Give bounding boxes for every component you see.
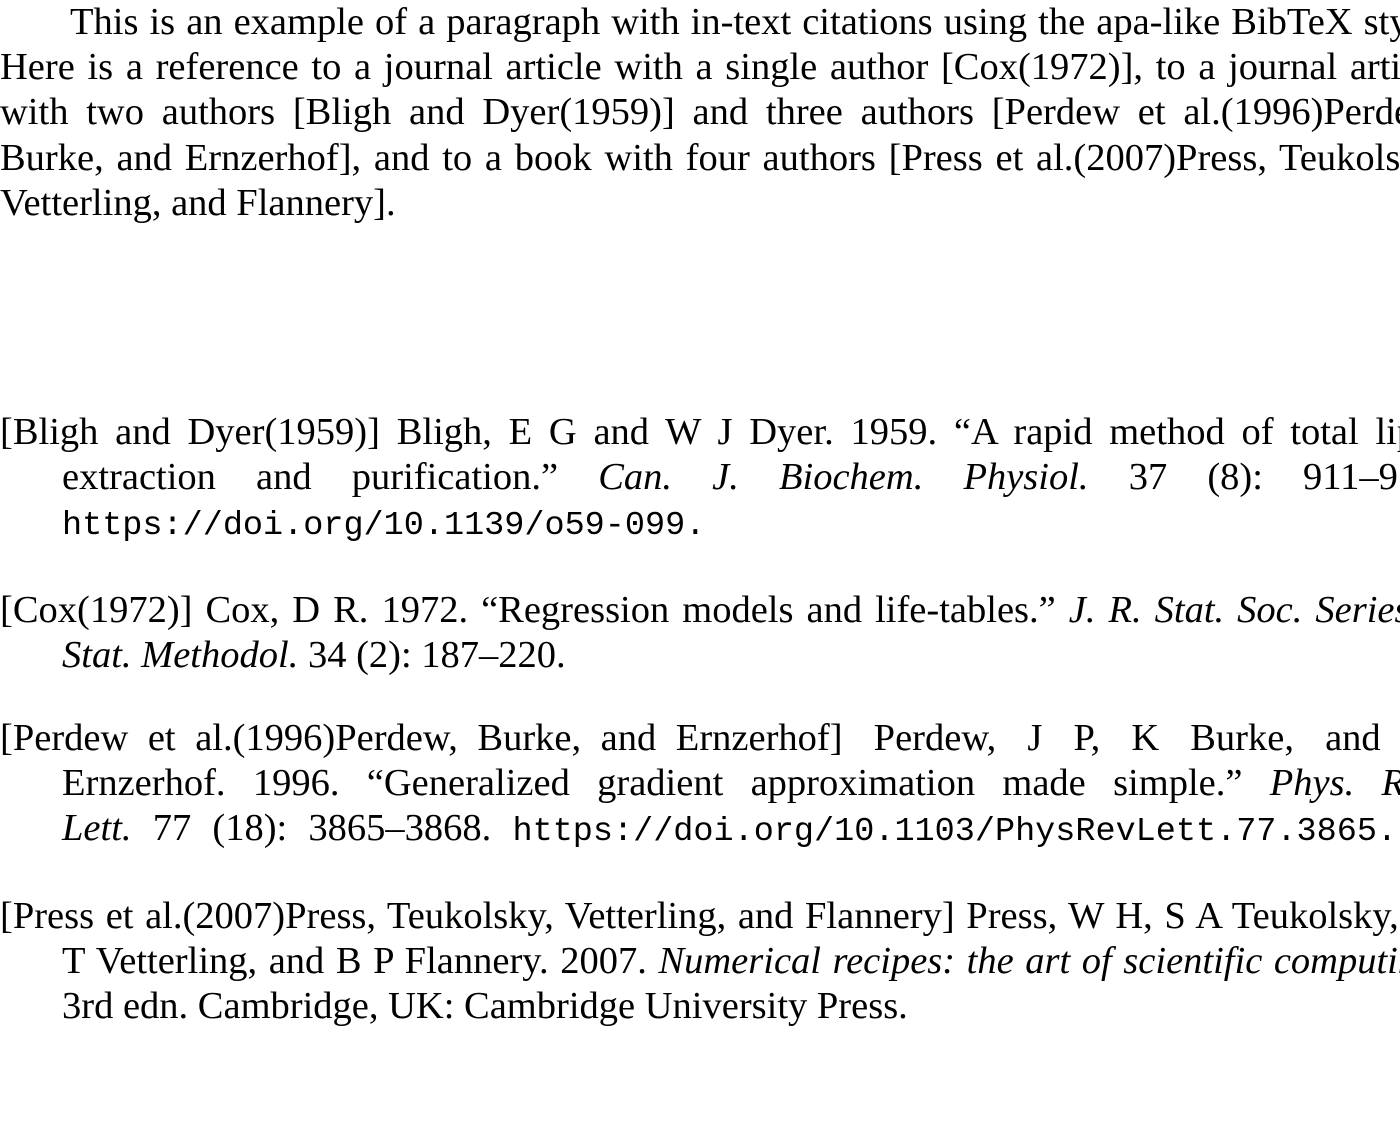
bibliography-entry: [Perdew et al.(1996)Perdew, Burke, and E…: [0, 716, 1400, 856]
bib-entry-year: 2007.: [560, 939, 647, 982]
bib-entry-edition: 3rd edn.: [62, 985, 189, 1028]
bibliography-entry: [Press et al.(2007)Press, Teukolsky, Vet…: [0, 894, 1400, 1030]
bib-entry-doi[interactable]: https://doi.org/10.1103/PhysRevLett.77.3…: [512, 813, 1397, 851]
paragraph-intro: This is an example of a paragraph with i…: [0, 1, 1400, 224]
bib-entry-publisher: Cambridge, UK: Cambridge University Pres…: [197, 985, 908, 1028]
bib-entry-key: [Bligh and Dyer(1959)]: [0, 411, 380, 453]
bib-entry-volume-pages: 77 (18): 3865–3868.: [152, 807, 492, 850]
bib-entry-title: “Generalized gradient approximation made…: [366, 762, 1243, 805]
bib-entry-doi[interactable]: https://doi.org/10.1139/o59-099.: [62, 507, 705, 545]
bib-entry-authors: Cox, D R.: [205, 588, 369, 631]
bib-entry-authors: Bligh, E G and W J Dyer.: [396, 411, 834, 453]
bib-entry-volume-pages: 34 (2): 187–220.: [307, 633, 566, 676]
bib-entry-key: [Cox(1972)]: [0, 588, 193, 631]
bib-entry-volume-pages: 37 (8): 911–917.: [1128, 456, 1400, 499]
bib-entry-year: 1996.: [252, 762, 340, 805]
bib-entry-year: 1972.: [381, 588, 469, 631]
bib-entry-key: [Perdew et al.(1996)Perdew, Burke, and E…: [0, 717, 843, 760]
bib-entry-title: “Regression models and life-tables.”: [481, 588, 1056, 631]
bibliography-entry: [Cox(1972)] Cox, D R. 1972. “Regression …: [0, 588, 1400, 678]
bibliography-entry: [Bligh and Dyer(1959)] Bligh, E G and W …: [0, 410, 1400, 550]
bib-entry-key: [Press et al.(2007)Press, Teukolsky, Vet…: [0, 894, 955, 937]
body-text-block: This is an example of a paragraph with i…: [0, 0, 1400, 226]
document-page: This is an example of a paragraph with i…: [0, 0, 1400, 1137]
bib-entry-book-title: Numerical recipes: the art of scientific…: [658, 939, 1400, 982]
bib-entry-year: 1959.: [850, 411, 938, 453]
bibliography-list: [Bligh and Dyer(1959)] Bligh, E G and W …: [0, 410, 1400, 1029]
bib-entry-journal: Can. J. Biochem. Physiol.: [598, 456, 1089, 499]
